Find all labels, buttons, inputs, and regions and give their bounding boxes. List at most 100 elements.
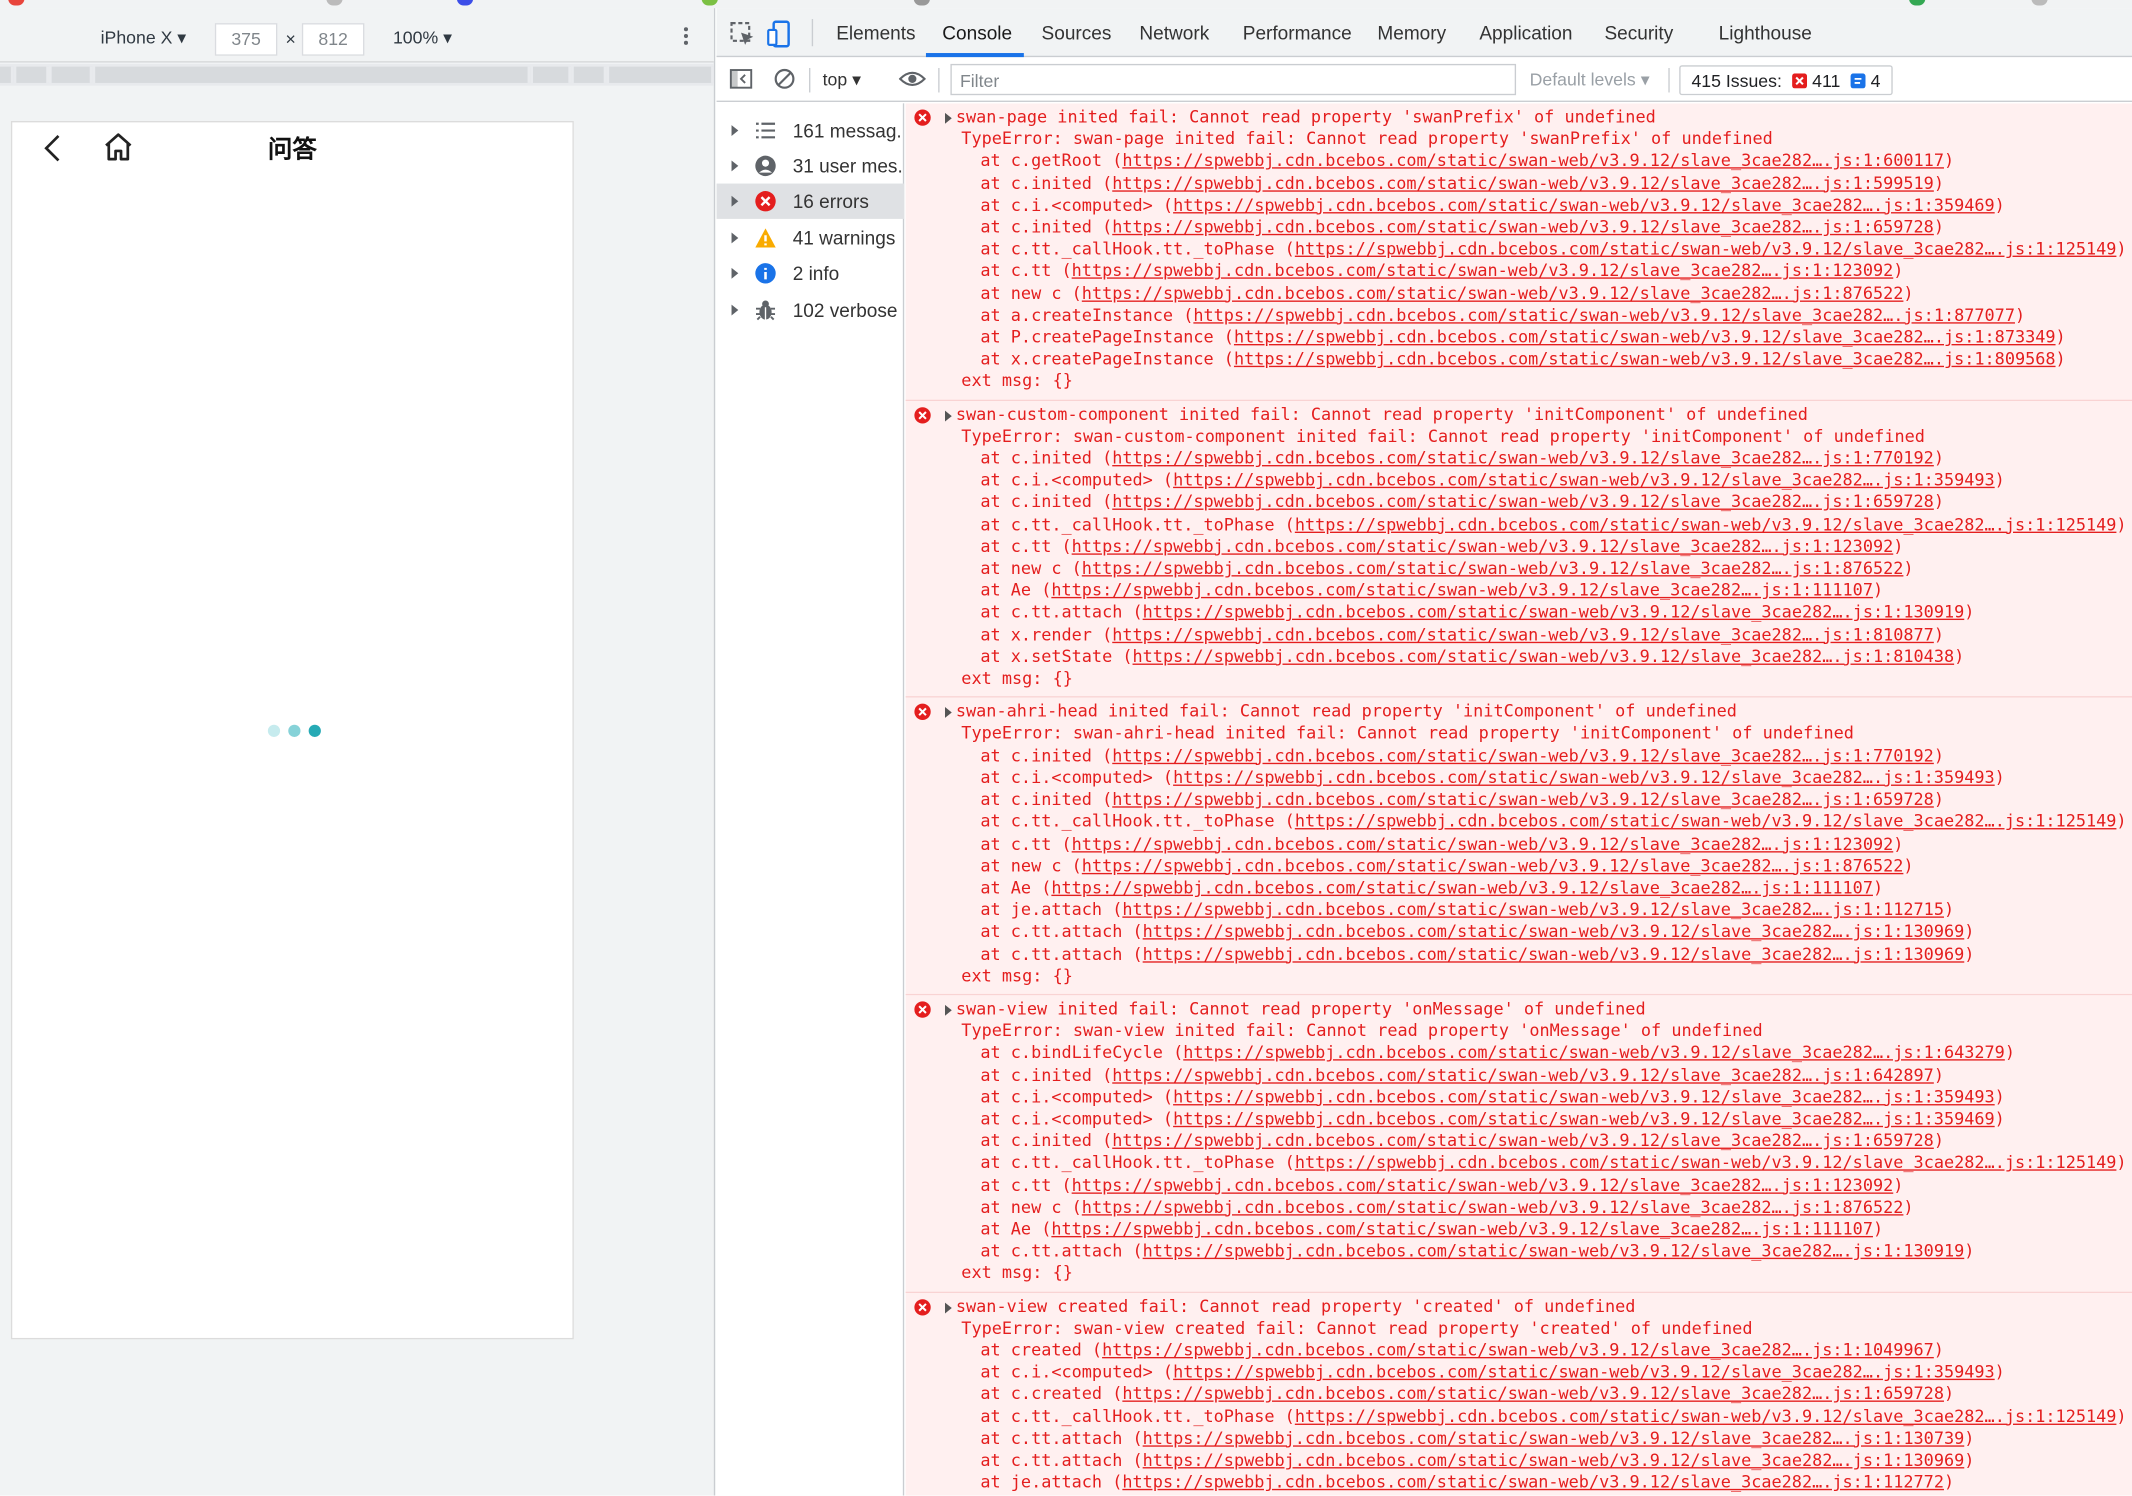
stack-frame-link[interactable]: https://spwebbj.cdn.bcebos.com/static/sw… <box>1173 1361 1995 1381</box>
tab-memory[interactable]: Memory <box>1377 22 1446 44</box>
tab-security[interactable]: Security <box>1604 22 1673 44</box>
console-error-entry[interactable]: swan-page inited fail: Cannot read prope… <box>905 103 2132 401</box>
stack-frame: at c.tt._callHook.tt._toPhase (https://s… <box>980 1152 2127 1173</box>
stack-frame-function: c.tt.attach <box>1010 601 1123 623</box>
stack-frame-link[interactable]: https://spwebbj.cdn.bcebos.com/static/sw… <box>1051 580 1873 600</box>
ext-msg: ext msg: {} <box>961 1262 1073 1283</box>
tab-lighthouse[interactable]: Lighthouse <box>1719 22 1812 44</box>
device-name: iPhone X <box>100 27 173 48</box>
stack-frame-link[interactable]: https://spwebbj.cdn.bcebos.com/static/sw… <box>1193 304 2015 324</box>
device-toggle-icon[interactable] <box>766 19 796 49</box>
clear-console-icon[interactable] <box>772 67 796 91</box>
sidebar-item-user-messages[interactable]: 31 user mes... <box>717 148 905 183</box>
stack-frame-link[interactable]: https://spwebbj.cdn.bcebos.com/static/sw… <box>1234 348 2056 368</box>
log-levels-select[interactable]: Default levels ▾ <box>1530 69 1650 91</box>
stack-frame-link[interactable]: https://spwebbj.cdn.bcebos.com/static/sw… <box>1122 1471 1944 1491</box>
stack-frame-link[interactable]: https://spwebbj.cdn.bcebos.com/static/sw… <box>1112 624 1934 644</box>
sidebar-item-verbose[interactable]: 102 verbose <box>717 292 905 327</box>
console-error-entry[interactable]: swan-view inited fail: Cannot read prope… <box>905 995 2132 1293</box>
stack-frame-link[interactable]: https://spwebbj.cdn.bcebos.com/static/sw… <box>1122 899 1944 919</box>
stack-frame-link[interactable]: https://spwebbj.cdn.bcebos.com/static/sw… <box>1122 150 1944 170</box>
expand-triangle-icon[interactable] <box>944 1004 952 1016</box>
tab-sources[interactable]: Sources <box>1042 22 1112 44</box>
stack-frame-link[interactable]: https://spwebbj.cdn.bcebos.com/static/sw… <box>1143 1493 1965 1495</box>
stack-frame-link[interactable]: https://spwebbj.cdn.bcebos.com/static/sw… <box>1173 1086 1995 1106</box>
stack-frame-link[interactable]: https://spwebbj.cdn.bcebos.com/static/sw… <box>1295 238 2117 258</box>
issues-counter[interactable]: 415 Issues: 411 4 <box>1679 65 1893 96</box>
media-query-ruler[interactable] <box>0 63 714 86</box>
stack-frame-link[interactable]: https://spwebbj.cdn.bcebos.com/static/sw… <box>1102 1339 1934 1359</box>
stack-frame-link[interactable]: https://spwebbj.cdn.bcebos.com/static/sw… <box>1143 1449 1965 1469</box>
stack-frame-link[interactable]: https://spwebbj.cdn.bcebos.com/static/sw… <box>1143 602 1965 622</box>
error-icon <box>914 704 931 721</box>
stack-frame-link[interactable]: https://spwebbj.cdn.bcebos.com/static/sw… <box>1112 172 1934 192</box>
sidebar-item-info[interactable]: 2 info <box>717 256 905 291</box>
stack-frame-link[interactable]: https://spwebbj.cdn.bcebos.com/static/sw… <box>1072 833 1894 853</box>
expand-triangle-icon[interactable] <box>944 1301 952 1313</box>
sidebar-item-errors[interactable]: 16 errors <box>716 183 905 219</box>
sidebar-item-warnings[interactable]: 41 warnings <box>717 220 905 255</box>
stack-frame-link[interactable]: https://spwebbj.cdn.bcebos.com/static/sw… <box>1183 1042 2005 1062</box>
stack-frame-link[interactable]: https://spwebbj.cdn.bcebos.com/static/sw… <box>1051 877 1873 897</box>
stack-frame-link[interactable]: https://spwebbj.cdn.bcebos.com/static/sw… <box>1112 216 1934 236</box>
stack-frame-link[interactable]: https://spwebbj.cdn.bcebos.com/static/sw… <box>1143 1240 1965 1260</box>
expand-triangle-icon[interactable] <box>944 707 952 719</box>
tab-network[interactable]: Network <box>1139 22 1209 44</box>
context-select[interactable]: top ▾ <box>823 69 861 91</box>
tab-performance[interactable]: Performance <box>1243 22 1352 44</box>
stack-frame: at c.inited (https://spwebbj.cdn.bcebos.… <box>980 1130 1944 1151</box>
stack-frame-link[interactable]: https://spwebbj.cdn.bcebos.com/static/sw… <box>1295 513 2117 533</box>
width-input[interactable]: 375 <box>214 23 278 56</box>
stack-frame-link[interactable]: https://spwebbj.cdn.bcebos.com/static/sw… <box>1082 855 1904 875</box>
tab-elements[interactable]: Elements <box>836 22 915 44</box>
stack-frame-link[interactable]: https://spwebbj.cdn.bcebos.com/static/sw… <box>1082 558 1904 578</box>
stack-frame-link[interactable]: https://spwebbj.cdn.bcebos.com/static/sw… <box>1143 1427 1965 1447</box>
stack-frame-link[interactable]: https://spwebbj.cdn.bcebos.com/static/sw… <box>1173 767 1995 787</box>
stack-frame-link[interactable]: https://spwebbj.cdn.bcebos.com/static/sw… <box>1082 282 1904 302</box>
zoom-select[interactable]: 100% ▾ <box>393 27 452 49</box>
stack-frame-link[interactable]: https://spwebbj.cdn.bcebos.com/static/sw… <box>1173 469 1995 489</box>
type-error-line: TypeError: swan-ahri-head inited fail: C… <box>961 722 1854 744</box>
filter-input[interactable]: Filter <box>950 63 1517 96</box>
stack-frame-link[interactable]: https://spwebbj.cdn.bcebos.com/static/sw… <box>1295 811 2117 831</box>
phone-viewport: 问答 <box>10 121 574 1340</box>
stack-frame-link[interactable]: https://spwebbj.cdn.bcebos.com/static/sw… <box>1112 745 1934 765</box>
stack-frame-link[interactable]: https://spwebbj.cdn.bcebos.com/static/sw… <box>1173 1108 1995 1128</box>
expand-triangle-icon[interactable] <box>944 112 952 124</box>
console-error-entry[interactable]: swan-ahri-head inited fail: Cannot read … <box>905 697 2132 996</box>
tab-console[interactable]: Console <box>942 22 1012 44</box>
stack-frame-link[interactable]: https://spwebbj.cdn.bcebos.com/static/sw… <box>1112 1064 1934 1084</box>
device-select[interactable]: iPhone X ▾ <box>101 27 187 49</box>
stack-frame-link[interactable]: https://spwebbj.cdn.bcebos.com/static/sw… <box>1072 536 1894 556</box>
live-expression-eye-icon[interactable] <box>898 67 926 91</box>
stack-frame-link[interactable]: https://spwebbj.cdn.bcebos.com/static/sw… <box>1295 1405 2117 1425</box>
stack-frame-link[interactable]: https://spwebbj.cdn.bcebos.com/static/sw… <box>1122 1383 1944 1403</box>
stack-frame-link[interactable]: https://spwebbj.cdn.bcebos.com/static/sw… <box>1051 1218 1873 1238</box>
stack-frame-link[interactable]: https://spwebbj.cdn.bcebos.com/static/sw… <box>1082 1196 1904 1216</box>
stack-frame: at created (https://spwebbj.cdn.bcebos.c… <box>980 1339 1944 1360</box>
stack-frame-function: c.tt._callHook.tt._toPhase <box>1010 1152 1275 1173</box>
device-toolbar: iPhone X ▾ 375 × 812 100% ▾ <box>0 8 714 63</box>
stack-frame-link[interactable]: https://spwebbj.cdn.bcebos.com/static/sw… <box>1143 921 1965 941</box>
more-options-icon[interactable] <box>677 24 693 51</box>
sidebar-item-messages[interactable]: 161 messag... <box>717 113 905 148</box>
stack-frame-link[interactable]: https://spwebbj.cdn.bcebos.com/static/sw… <box>1143 943 1965 963</box>
stack-frame-link[interactable]: https://spwebbj.cdn.bcebos.com/static/sw… <box>1112 491 1934 511</box>
console-error-entry[interactable]: swan-view created fail: Cannot read prop… <box>905 1292 2132 1496</box>
stack-frame-link[interactable]: https://spwebbj.cdn.bcebos.com/static/sw… <box>1234 326 2056 346</box>
stack-frame-link[interactable]: https://spwebbj.cdn.bcebos.com/static/sw… <box>1295 1152 2117 1172</box>
stack-frame-link[interactable]: https://spwebbj.cdn.bcebos.com/static/sw… <box>1112 789 1934 809</box>
tab-application[interactable]: Application <box>1479 22 1572 44</box>
expand-triangle-icon[interactable] <box>944 410 952 422</box>
stack-frame-function: new c <box>1010 854 1062 876</box>
stack-frame-link[interactable]: https://spwebbj.cdn.bcebos.com/static/sw… <box>1072 1174 1894 1194</box>
inspect-element-icon[interactable] <box>727 19 757 49</box>
stack-frame-link[interactable]: https://spwebbj.cdn.bcebos.com/static/sw… <box>1173 194 1995 214</box>
stack-frame-link[interactable]: https://spwebbj.cdn.bcebos.com/static/sw… <box>1133 646 1955 666</box>
stack-frame-link[interactable]: https://spwebbj.cdn.bcebos.com/static/sw… <box>1112 1130 1934 1150</box>
stack-frame-link[interactable]: https://spwebbj.cdn.bcebos.com/static/sw… <box>1112 447 1934 467</box>
sidebar-toggle-icon[interactable] <box>729 67 753 91</box>
height-input[interactable]: 812 <box>301 23 365 56</box>
stack-frame-link[interactable]: https://spwebbj.cdn.bcebos.com/static/sw… <box>1072 260 1894 280</box>
console-error-entry[interactable]: swan-custom-component inited fail: Canno… <box>905 400 2132 698</box>
